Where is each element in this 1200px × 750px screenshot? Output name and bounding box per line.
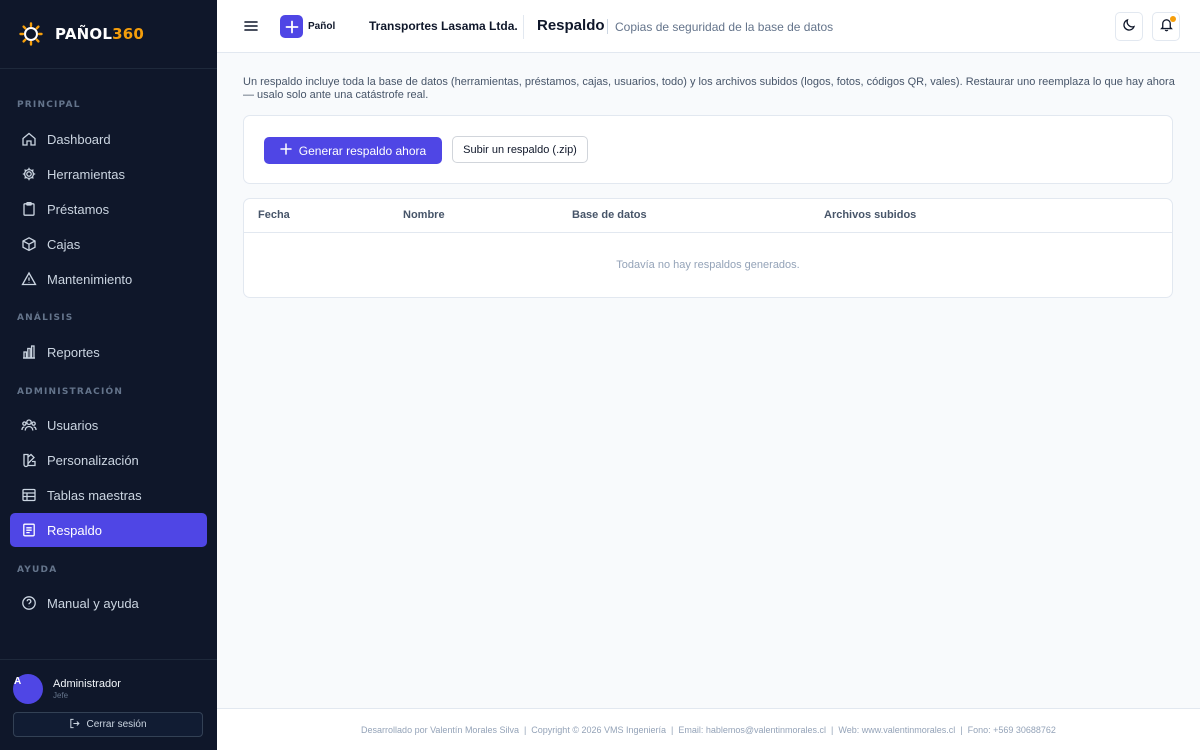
sidebar-item-label: Respaldo <box>47 522 102 538</box>
sidebar-item-label: Tablas maestras <box>47 487 142 503</box>
column-header-fecha[interactable]: Fecha <box>258 209 290 221</box>
sidebar-item-cajas[interactable]: Cajas <box>10 227 207 261</box>
app-plus-icon[interactable] <box>280 15 303 38</box>
sidebar-item-dashboard[interactable]: Dashboard <box>10 122 207 156</box>
user-name: Administrador <box>53 678 121 690</box>
generate-backup-label: Generar respaldo ahora <box>298 143 427 158</box>
home-icon <box>21 131 37 147</box>
user-role: Jefe <box>53 691 69 700</box>
theme-toggle-button[interactable] <box>1115 12 1143 41</box>
brand-name: PAÑOL360 <box>55 25 145 43</box>
sidebar-item-label: Personalización <box>47 452 139 468</box>
sidebar-item-label: Mantenimiento <box>47 271 133 287</box>
hamburger-menu-icon[interactable] <box>243 18 259 34</box>
page-subtitle: Copias de seguridad de la base de datos <box>615 20 834 34</box>
column-header-archivos[interactable]: Archivos subidos <box>824 209 916 221</box>
user-panel: A Administrador Jefe Cerrar sesión <box>0 659 217 750</box>
page-title: Respaldo <box>537 17 605 34</box>
section-label-principal: PRINCIPAL <box>17 100 81 110</box>
gear-icon <box>21 166 37 182</box>
logout-label: Cerrar sesión <box>86 719 147 730</box>
backup-intro-text: Un respaldo incluye toda la base de dato… <box>243 76 1175 101</box>
sidebar-item-mantenimiento[interactable]: Mantenimiento <box>10 262 207 296</box>
footer-text: Desarrollado por Valentín Morales Silva … <box>361 725 1056 735</box>
sidebar-item-label: Reportes <box>47 344 100 360</box>
title-separator <box>607 19 608 34</box>
column-header-base-datos[interactable]: Base de datos <box>572 209 647 221</box>
sidebar-item-usuarios[interactable]: Usuarios <box>10 408 207 442</box>
section-label-analisis: ANÁLISIS <box>17 313 74 323</box>
sidebar-item-label: Manual y ayuda <box>47 595 139 611</box>
page-footer: Desarrollado por Valentín Morales Silva … <box>217 708 1200 750</box>
column-header-nombre[interactable]: Nombre <box>403 209 445 221</box>
notifications-button[interactable] <box>1152 12 1180 41</box>
box-icon <box>21 236 37 252</box>
users-icon <box>21 417 37 433</box>
sidebar: PAÑOL360 PRINCIPAL Dashboard Herramienta… <box>0 0 217 750</box>
top-header: Pañol Transportes Lasama Ltda. Respaldo … <box>217 0 1200 53</box>
help-circle-icon <box>21 595 37 611</box>
palette-icon <box>21 452 37 468</box>
sidebar-item-manual[interactable]: Manual y ayuda <box>10 586 207 620</box>
backup-actions-card: Generar respaldo ahora Subir un respaldo… <box>243 115 1173 184</box>
sidebar-item-label: Préstamos <box>47 201 110 217</box>
app-label: Pañol <box>308 21 336 32</box>
header-divider <box>523 15 524 39</box>
brand: PAÑOL360 <box>0 0 217 69</box>
sun-logo-icon <box>19 22 43 46</box>
sidebar-item-label: Dashboard <box>47 131 111 147</box>
section-label-ayuda: AYUDA <box>17 565 58 575</box>
logout-icon <box>69 718 86 732</box>
section-label-administracion: ADMINISTRACIÓN <box>17 387 124 397</box>
table-header-row: Fecha Nombre Base de datos Archivos subi… <box>244 199 1172 233</box>
sidebar-item-prestamos[interactable]: Préstamos <box>10 192 207 226</box>
table-icon <box>21 487 37 503</box>
moon-icon <box>1122 17 1137 37</box>
bar-chart-icon <box>21 344 37 360</box>
empty-state-message: Todavía no hay respaldos generados. <box>616 259 800 271</box>
logout-button[interactable]: Cerrar sesión <box>13 712 203 737</box>
sidebar-item-reportes[interactable]: Reportes <box>10 335 207 369</box>
sidebar-item-respaldo[interactable]: Respaldo <box>10 513 207 547</box>
generate-backup-button[interactable]: Generar respaldo ahora <box>264 137 442 164</box>
backups-table: Fecha Nombre Base de datos Archivos subi… <box>243 198 1173 298</box>
company-name: Transportes Lasama Ltda. <box>369 19 518 33</box>
plus-icon <box>280 143 299 158</box>
sidebar-item-label: Usuarios <box>47 417 99 433</box>
warning-icon <box>21 271 37 287</box>
clipboard-icon <box>21 201 37 217</box>
sidebar-item-tablas[interactable]: Tablas maestras <box>10 478 207 512</box>
notification-dot <box>1170 16 1176 22</box>
sidebar-item-label: Cajas <box>47 236 81 252</box>
sidebar-item-label: Herramientas <box>47 166 126 182</box>
sidebar-item-personalizacion[interactable]: Personalización <box>10 443 207 477</box>
sidebar-item-herramientas[interactable]: Herramientas <box>10 157 207 191</box>
avatar[interactable]: A <box>13 674 43 704</box>
document-icon <box>21 522 37 538</box>
upload-backup-button[interactable]: Subir un respaldo (.zip) <box>452 136 588 163</box>
